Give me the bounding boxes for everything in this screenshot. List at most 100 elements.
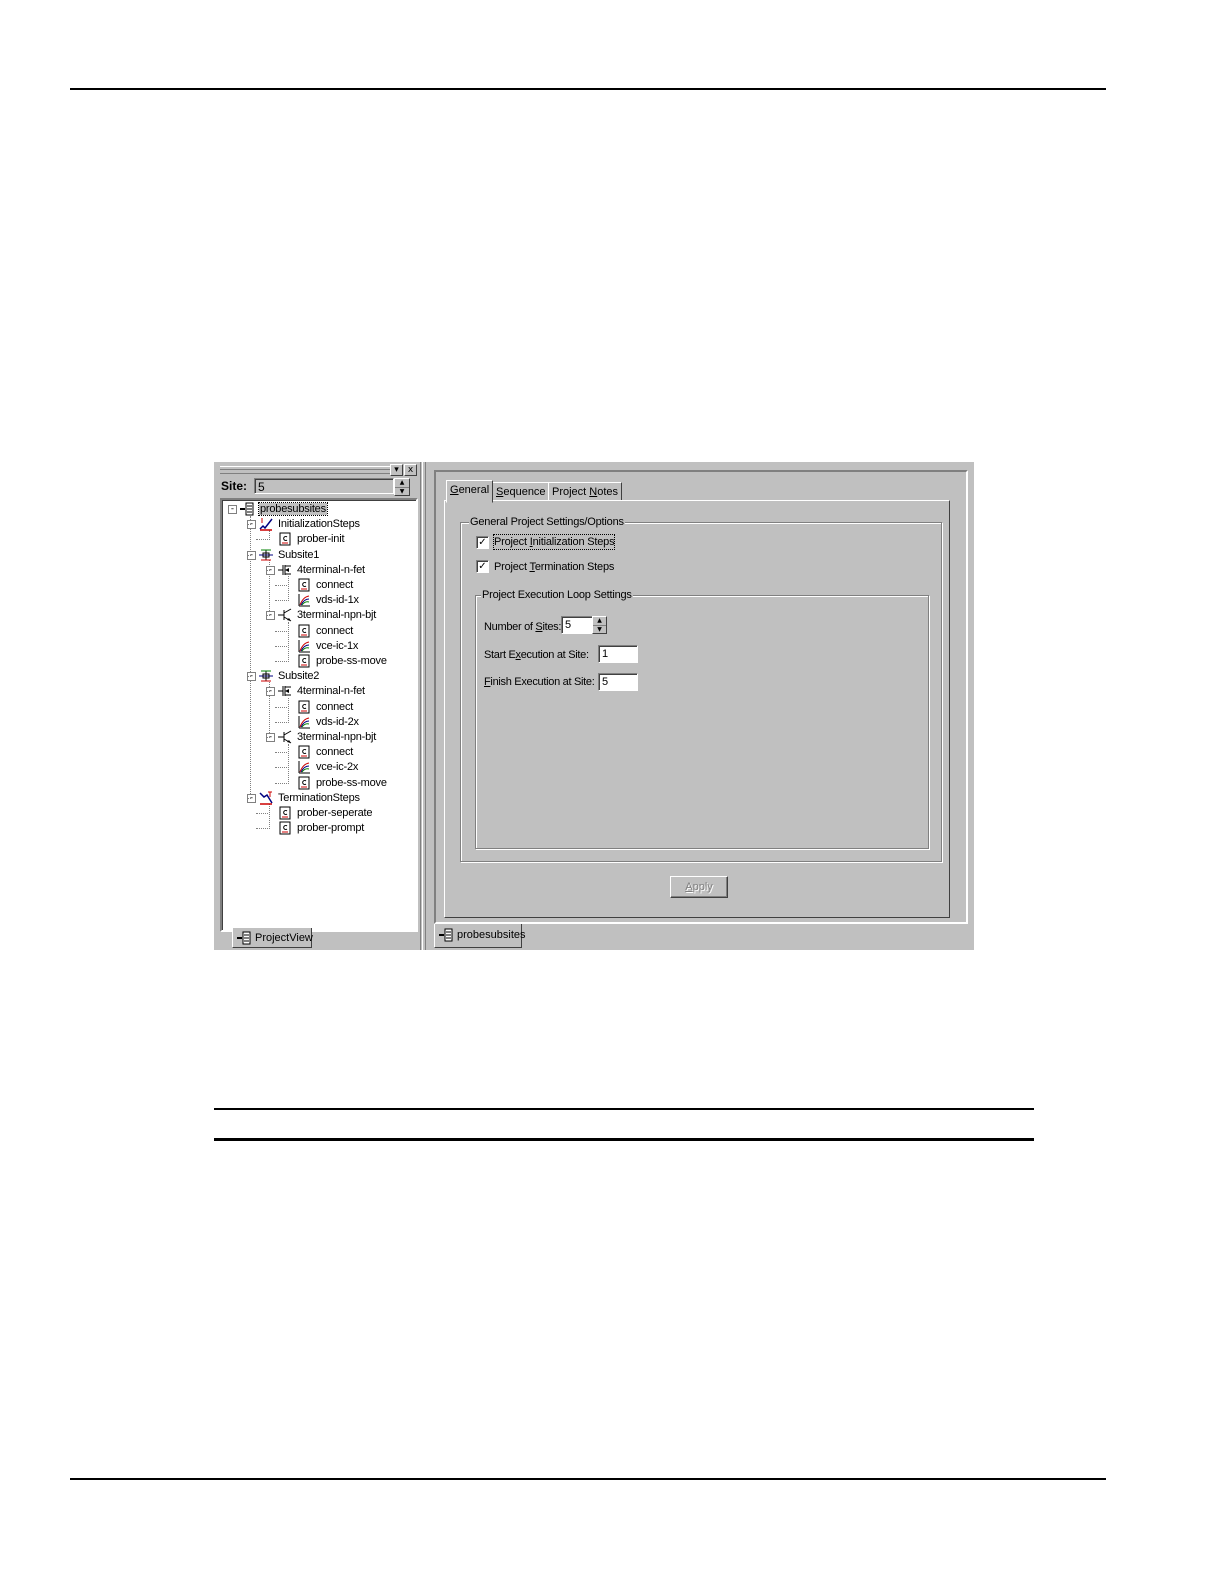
- tab-general[interactable]: General: [446, 480, 494, 503]
- tree-connector: [275, 600, 287, 602]
- tree-connector: [275, 706, 287, 708]
- bjt-icon: [278, 730, 292, 744]
- pane-drag-grip[interactable]: [220, 466, 390, 474]
- tree-item[interactable]: probesubsites: [240, 502, 328, 516]
- spin-down-icon[interactable]: ▼: [395, 487, 409, 496]
- number-of-sites-spinner[interactable]: ▲ ▼: [592, 616, 607, 634]
- tree-connector: [275, 645, 287, 647]
- tree-item[interactable]: connect: [297, 745, 353, 759]
- project-tree[interactable]: - probesubsites - InitializationSteps prober…: [220, 498, 418, 932]
- script-icon: [298, 578, 310, 592]
- caption-rule-bottom: [214, 1138, 1034, 1141]
- tree-connector: [275, 721, 287, 723]
- tree-connector: [247, 524, 251, 526]
- tree-item[interactable]: vds-id-1x: [297, 593, 359, 607]
- spin-up-icon[interactable]: ▲: [395, 479, 409, 487]
- tree-item[interactable]: connect: [297, 578, 353, 592]
- start-site-input[interactable]: 1: [598, 645, 638, 663]
- caption-rule-top: [214, 1108, 1034, 1110]
- tree-item[interactable]: InitializationSteps: [259, 517, 360, 531]
- collapse-icon[interactable]: -: [228, 505, 237, 514]
- tree-item[interactable]: probe-ss-move: [297, 776, 387, 790]
- start-site-label: Start Execution at Site:: [484, 649, 589, 661]
- group-title: General Project Settings/Options: [469, 515, 625, 529]
- tree-item-label: InitializationSteps: [278, 518, 360, 531]
- term-steps-icon: [259, 791, 273, 805]
- tree-item[interactable]: connect: [297, 700, 353, 714]
- tree-connector: [269, 530, 270, 540]
- check-icon: ✓: [478, 561, 487, 572]
- tree-item-label: connect: [316, 746, 354, 759]
- tree-item[interactable]: TerminationSteps: [259, 791, 360, 805]
- tree-connector: [247, 554, 251, 556]
- tree-item[interactable]: 4terminal-n-fet: [278, 684, 365, 698]
- tree-item[interactable]: Subsite2: [259, 669, 319, 683]
- number-of-sites-label: Number of Sites:: [484, 621, 562, 633]
- pane-splitter[interactable]: [422, 462, 426, 950]
- init-steps-checkbox[interactable]: ✓: [476, 536, 489, 549]
- tree-item[interactable]: probe-ss-move: [297, 654, 387, 668]
- tab-sequence[interactable]: Sequence: [492, 482, 550, 502]
- curve-icon: [298, 639, 310, 653]
- check-icon: ✓: [478, 537, 487, 548]
- init-steps-label[interactable]: Project Initialization Steps: [492, 534, 616, 550]
- tree-item-label: Subsite2: [278, 670, 320, 683]
- number-of-sites-input[interactable]: 5: [561, 616, 593, 634]
- spin-down-icon[interactable]: ▼: [593, 625, 606, 634]
- tree-item-label: 3terminal-npn-bjt: [297, 609, 377, 622]
- subsite-icon: [259, 549, 273, 561]
- site-label: Site:: [221, 479, 248, 493]
- tree-item-label: 4terminal-n-fet: [297, 563, 365, 576]
- script-icon: [298, 776, 310, 790]
- spin-up-icon[interactable]: ▲: [593, 617, 606, 625]
- tree-item[interactable]: vds-id-2x: [297, 715, 359, 729]
- subsite-icon: [259, 670, 273, 682]
- init-steps-icon: [259, 518, 273, 531]
- finish-site-input[interactable]: 5: [598, 673, 638, 691]
- site-spinner[interactable]: ▲ ▼: [394, 478, 410, 496]
- tree-item[interactable]: 4terminal-n-fet: [278, 563, 365, 577]
- tree-item[interactable]: vce-ic-2x: [297, 760, 358, 774]
- site-input[interactable]: 5: [254, 478, 394, 494]
- tree-item[interactable]: connect: [297, 624, 353, 638]
- tree-connector: [275, 767, 287, 769]
- finish-site-label: Finish Execution at Site:: [484, 676, 595, 688]
- tree-connector: [288, 744, 289, 784]
- fet-icon: [278, 686, 291, 697]
- term-steps-label[interactable]: Project Termination Steps: [494, 560, 614, 574]
- project-icon: [439, 928, 453, 942]
- pane-close-button[interactable]: x: [404, 464, 417, 476]
- tree-item[interactable]: Subsite1: [259, 548, 319, 562]
- tree-connector: [266, 569, 270, 571]
- script-icon: [279, 806, 291, 820]
- tree-item-label: connect: [316, 700, 354, 713]
- curve-icon: [298, 761, 310, 774]
- script-icon: [298, 700, 310, 714]
- tree-item[interactable]: prober-init: [278, 532, 345, 546]
- tree-item[interactable]: prober-prompt: [278, 821, 364, 835]
- tree-item-label: vce-ic-2x: [316, 761, 359, 774]
- tab-projectview[interactable]: ProjectView: [232, 928, 313, 948]
- tree-connector: [266, 691, 270, 693]
- apply-button[interactable]: Apply: [670, 876, 728, 898]
- application-window: ▾ x Site: 5 ▲ ▼ - probesubsites - Initializ…: [214, 462, 974, 950]
- tree-item-label: Subsite1: [278, 548, 320, 561]
- curve-icon: [298, 594, 310, 607]
- term-steps-checkbox[interactable]: ✓: [476, 560, 489, 573]
- tree-connector: [275, 782, 287, 784]
- tree-item-label: probe-ss-move: [316, 776, 387, 789]
- tab-project-notes[interactable]: Project Notes: [548, 482, 623, 502]
- header-rule: [70, 88, 1106, 90]
- tab-probesubsites[interactable]: probesubsites: [434, 924, 526, 948]
- tree-connector: [288, 622, 289, 662]
- pane-menu-button[interactable]: ▾: [390, 464, 403, 476]
- script-icon: [279, 532, 291, 546]
- tree-connector: [275, 630, 287, 632]
- project-view-pane: ▾ x Site: 5 ▲ ▼ - probesubsites - Initializ…: [214, 462, 421, 950]
- tree-item[interactable]: 3terminal-npn-bjt: [278, 608, 376, 622]
- tree-item[interactable]: 3terminal-npn-bjt: [278, 730, 376, 744]
- tree-item-label: vce-ic-1x: [316, 639, 359, 652]
- curve-icon: [298, 715, 310, 729]
- tree-item[interactable]: vce-ic-1x: [297, 639, 358, 653]
- tree-item[interactable]: prober-seperate: [278, 806, 372, 820]
